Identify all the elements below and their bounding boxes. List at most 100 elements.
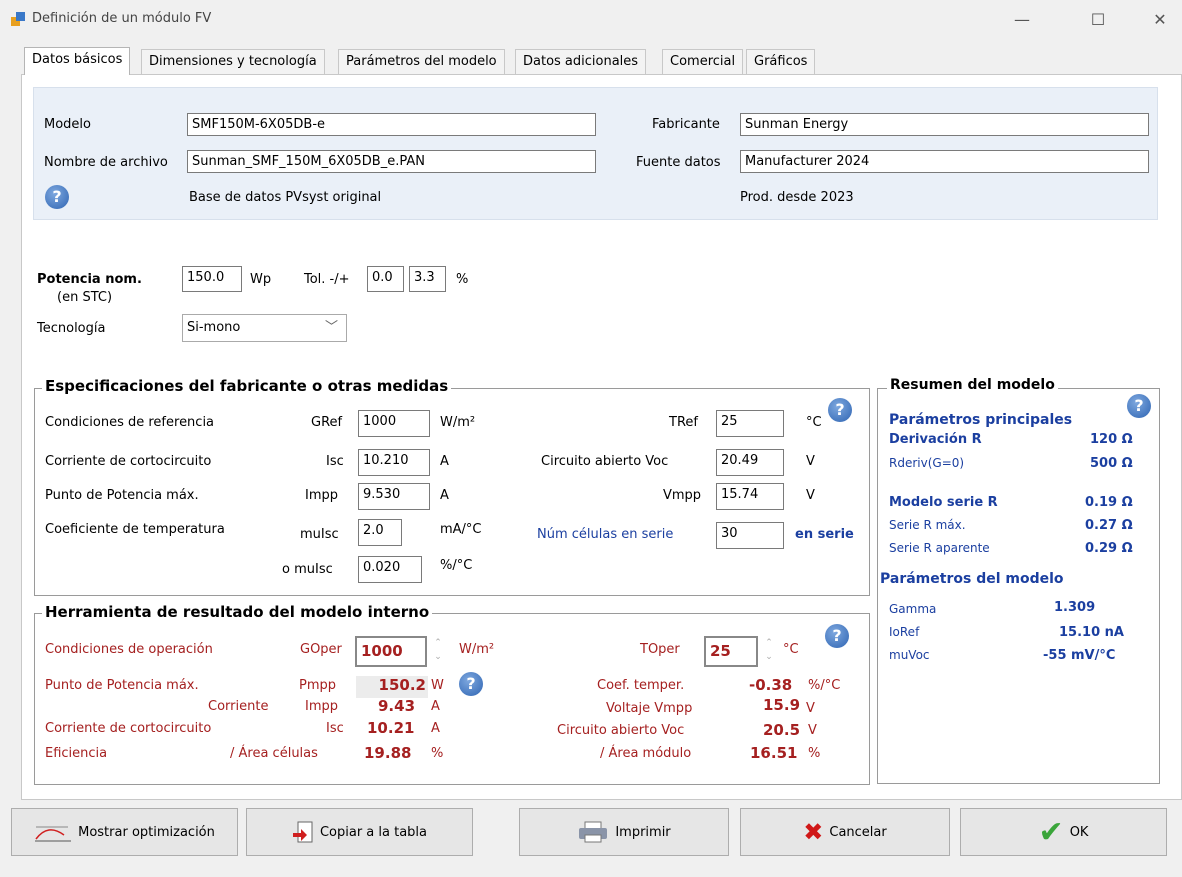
deriv-value: 120 Ω bbox=[1090, 432, 1133, 447]
tab-datos-adicionales[interactable]: Datos adicionales bbox=[515, 49, 647, 74]
app-icon bbox=[11, 12, 25, 26]
fuente-field[interactable]: Manufacturer 2024 bbox=[740, 150, 1149, 173]
optim-label: Mostrar optimización bbox=[78, 824, 215, 840]
ok-label: OK bbox=[1069, 824, 1089, 840]
goper-field[interactable]: 1000 bbox=[355, 636, 427, 667]
corr-label: Corriente bbox=[208, 699, 269, 714]
vmpp-label: Vmpp bbox=[663, 488, 702, 503]
archivo-field[interactable]: Sunman_SMF_150M_6X05DB_e.PAN bbox=[187, 150, 596, 173]
help-icon[interactable]: ? bbox=[45, 185, 69, 209]
seriemax-label: Serie R máx. bbox=[889, 518, 966, 532]
pmpp-sym: Pmpp bbox=[299, 678, 337, 693]
impp-unit: A bbox=[431, 699, 440, 714]
fabricante-field[interactable]: Sunman Energy bbox=[740, 113, 1149, 136]
spec-unit-4: mA/°C bbox=[440, 522, 482, 537]
voc-out-label: Circuito abierto Voc bbox=[557, 723, 685, 738]
serieap-value: 0.29 Ω bbox=[1085, 541, 1133, 556]
tecnologia-value: Si-mono bbox=[187, 320, 241, 335]
summary-title: Resumen del modelo bbox=[887, 377, 1058, 393]
potencia-label: Potencia nom. bbox=[37, 272, 142, 287]
ef-mod-label: / Área módulo bbox=[600, 746, 692, 761]
ef-mod-value: 16.51 bbox=[750, 744, 798, 762]
chevron-down-icon: ﹀ bbox=[324, 320, 338, 335]
minimize-button[interactable]: — bbox=[1002, 6, 1042, 34]
cells-unit: en serie bbox=[795, 527, 854, 542]
potencia-sub: (en STC) bbox=[57, 290, 113, 305]
serieap-label: Serie R aparente bbox=[889, 541, 990, 555]
potencia-field[interactable]: 150.0 bbox=[182, 266, 242, 292]
fabricante-label: Fabricante bbox=[652, 117, 720, 132]
print-label: Imprimir bbox=[615, 824, 671, 840]
toper-field[interactable]: 25 bbox=[704, 636, 758, 667]
tab-comercial[interactable]: Comercial bbox=[662, 49, 744, 74]
mostrar-optimizacion-button[interactable]: Mostrar optimización bbox=[11, 808, 238, 856]
tol-plus-field[interactable]: 3.3 bbox=[409, 266, 446, 292]
tab-graficos[interactable]: Gráficos bbox=[746, 49, 816, 74]
cells-field[interactable]: 30 bbox=[716, 522, 784, 549]
muisc-pct-field[interactable]: 0.020 bbox=[358, 556, 422, 583]
ef-label: Eficiencia bbox=[45, 746, 108, 761]
ok-button[interactable]: ✔ OK bbox=[960, 808, 1167, 856]
toper-sym: TOper bbox=[640, 642, 680, 657]
modelo-label: Modelo bbox=[44, 117, 91, 132]
voc-label: Circuito abierto Voc bbox=[541, 454, 669, 469]
impp-field[interactable]: 9.530 bbox=[358, 483, 430, 510]
coef-value: -0.38 bbox=[749, 676, 793, 694]
spec-label-4: Coeficiente de temperatura bbox=[45, 522, 225, 537]
voc-field[interactable]: 20.49 bbox=[716, 449, 784, 476]
close-button[interactable]: ✕ bbox=[1140, 6, 1180, 34]
help-icon-specs[interactable]: ? bbox=[828, 398, 852, 422]
goper-spinner[interactable]: ⌃ ⌄ bbox=[431, 636, 445, 666]
spec-unit-2: A bbox=[440, 454, 449, 469]
spec-sym-3: Impp bbox=[305, 488, 339, 503]
oper-label: Condiciones de operación bbox=[45, 642, 213, 657]
tecnologia-select[interactable]: Si-mono ﹀ bbox=[182, 314, 347, 342]
base-text: Base de datos PVsyst original bbox=[189, 190, 382, 205]
pmpp-value: 150.2 bbox=[356, 676, 428, 698]
tref-field[interactable]: 25 bbox=[716, 410, 784, 437]
copiar-tabla-button[interactable]: Copiar a la tabla bbox=[246, 808, 473, 856]
rderiv-value: 500 Ω bbox=[1090, 456, 1133, 471]
tref-unit: °C bbox=[806, 415, 822, 430]
help-icon-pmpp[interactable]: ? bbox=[459, 672, 483, 696]
vmpp-out-unit: V bbox=[806, 701, 815, 716]
spec-label-1: Condiciones de referencia bbox=[45, 415, 215, 430]
coef-unit: %/°C bbox=[808, 678, 841, 693]
rderiv-label: Rderiv(G=0) bbox=[889, 456, 965, 470]
ioref-label: IoRef bbox=[889, 625, 920, 639]
toper-spinner[interactable]: ⌃ ⌄ bbox=[762, 636, 776, 666]
model-params-title: Parámetros del modelo bbox=[880, 571, 1064, 587]
tol-minus-field[interactable]: 0.0 bbox=[367, 266, 404, 292]
copy-label: Copiar a la tabla bbox=[319, 824, 428, 840]
muisc-field[interactable]: 2.0 bbox=[358, 519, 402, 546]
cancel-label: Cancelar bbox=[829, 824, 887, 840]
help-icon-tool[interactable]: ? bbox=[825, 624, 849, 648]
serie-label: Modelo serie R bbox=[889, 495, 998, 510]
ef-mod-unit: % bbox=[808, 746, 821, 761]
help-icon-summary[interactable]: ? bbox=[1127, 394, 1151, 418]
vmpp-out-label: Voltaje Vmpp bbox=[606, 701, 693, 716]
gref-field[interactable]: 1000 bbox=[358, 410, 430, 437]
cancelar-button[interactable]: ✖ Cancelar bbox=[740, 808, 950, 856]
isc-field[interactable]: 10.210 bbox=[358, 449, 430, 476]
ioref-value: 15.10 nA bbox=[1059, 625, 1124, 640]
tab-dimensiones[interactable]: Dimensiones y tecnología bbox=[141, 49, 325, 74]
modelo-field[interactable]: SMF150M-6X05DB-e bbox=[187, 113, 596, 136]
archivo-label: Nombre de archivo bbox=[44, 155, 168, 170]
imprimir-button[interactable]: Imprimir bbox=[519, 808, 729, 856]
vmpp-unit: V bbox=[806, 488, 815, 503]
tab-datos-basicos[interactable]: Datos básicos bbox=[24, 47, 131, 75]
copy-arrow-icon bbox=[292, 821, 313, 843]
maximize-button[interactable]: ☐ bbox=[1078, 6, 1118, 34]
vmpp-field[interactable]: 15.74 bbox=[716, 483, 784, 510]
pmpp-label: Punto de Potencia máx. bbox=[45, 678, 199, 693]
vmpp-out-value: 15.9 bbox=[763, 696, 801, 714]
tab-parametros-modelo[interactable]: Parámetros del modelo bbox=[338, 49, 505, 74]
muvoc-label: muVoc bbox=[889, 648, 930, 662]
spec-sym-1: GRef bbox=[311, 415, 343, 430]
impp-value: 9.43 bbox=[378, 697, 416, 715]
specs-title: Especificaciones del fabricante o otras … bbox=[42, 377, 452, 395]
impp-sym: Impp bbox=[305, 699, 339, 714]
spec-label-3: Punto de Potencia máx. bbox=[45, 488, 199, 503]
toper-unit: °C bbox=[783, 642, 799, 657]
